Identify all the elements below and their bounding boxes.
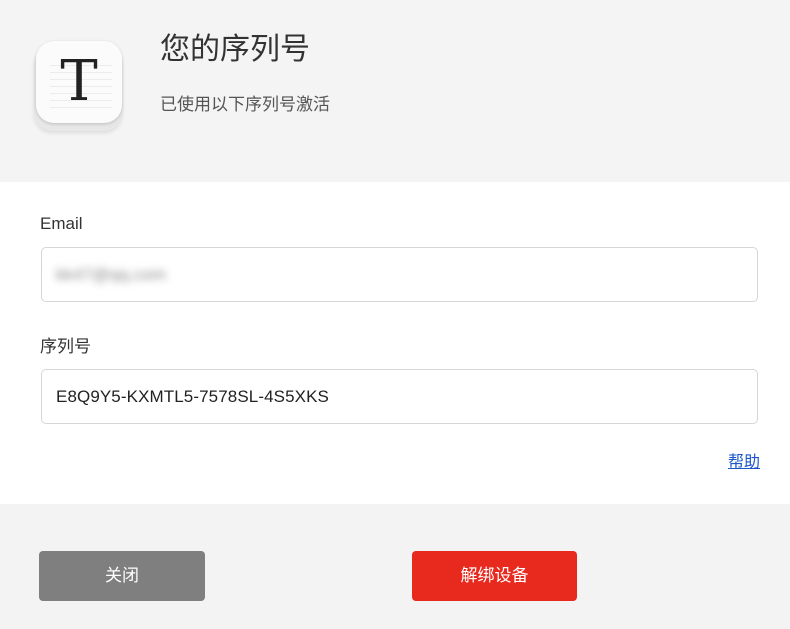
serial-number-field[interactable]: E8Q9Y5-KXMTL5-7578SL-4S5XKS <box>41 369 758 424</box>
email-value: kk47@qq.com <box>56 265 167 284</box>
license-form: Email kk47@qq.com 序列号 E8Q9Y5-KXMTL5-7578… <box>0 182 790 504</box>
page-title: 您的序列号 <box>160 33 310 66</box>
help-link[interactable]: 帮助 <box>728 452 760 474</box>
app-icon: T <box>34 41 124 131</box>
email-field[interactable]: kk47@qq.com <box>41 247 758 302</box>
email-label: Email <box>40 214 83 233</box>
serial-number-value: E8Q9Y5-KXMTL5-7578SL-4S5XKS <box>56 387 329 406</box>
app-icon-letter: T <box>60 49 98 114</box>
header: T 您的序列号 已使用以下序列号激活 <box>0 0 790 182</box>
serial-label: 序列号 <box>40 337 91 356</box>
close-button[interactable]: 关闭 <box>39 551 205 601</box>
app-icon-tile: T <box>36 41 122 123</box>
unbind-device-button[interactable]: 解绑设备 <box>412 551 577 601</box>
page-subtitle: 已使用以下序列号激活 <box>160 95 330 114</box>
footer: 关闭 解绑设备 <box>0 504 790 629</box>
